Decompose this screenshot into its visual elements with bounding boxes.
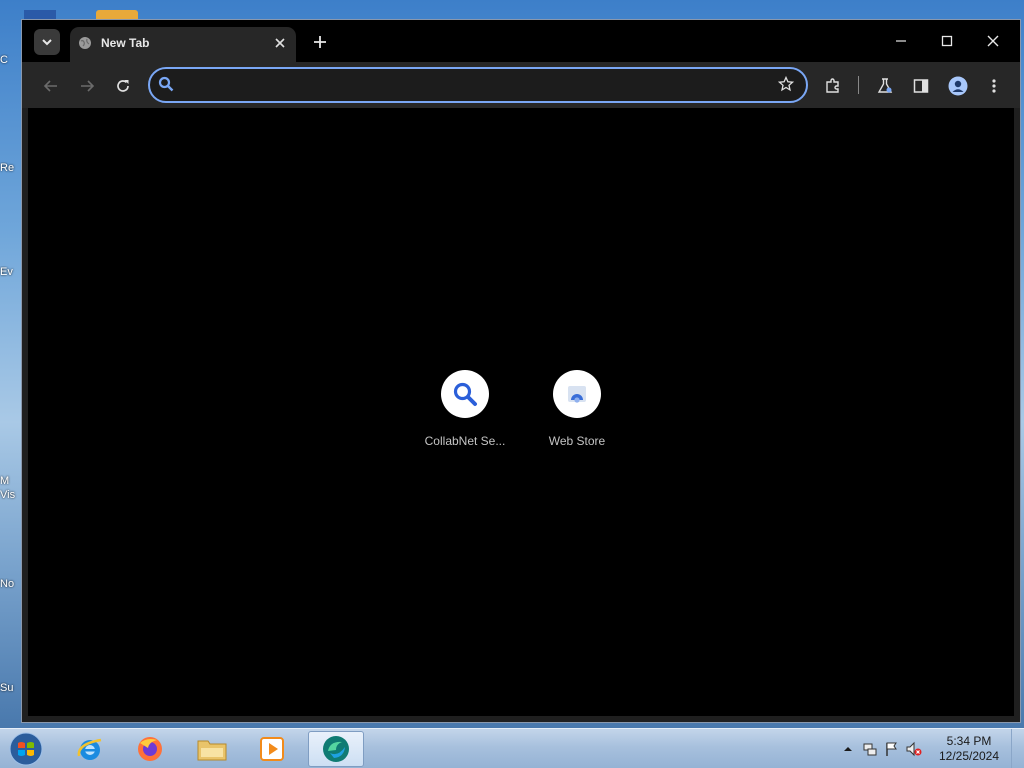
search-icon [453, 382, 477, 406]
avatar-icon [948, 76, 968, 96]
shortcut-label: Web Store [548, 434, 606, 448]
desktop-icon-label: No [0, 578, 15, 590]
taskbar-internet-explorer[interactable] [62, 731, 118, 767]
show-hidden-icons-icon[interactable] [840, 741, 856, 757]
profile-button[interactable] [947, 75, 969, 97]
desktop-icon-fragment[interactable]: C [0, 54, 22, 66]
desktop-icon-fragment[interactable]: Su [0, 682, 22, 694]
browser-app-icon [323, 736, 349, 762]
volume-muted-icon[interactable] [906, 741, 922, 757]
flask-icon [877, 78, 893, 93]
desktop-icon-label: C [0, 54, 8, 66]
shortcut-web-store[interactable]: Web Store [521, 370, 633, 448]
desktop-icon-label: Re [0, 162, 15, 174]
more-vertical-icon [992, 79, 996, 93]
close-window-button[interactable] [978, 28, 1008, 54]
windows-logo-icon [9, 732, 43, 766]
puzzle-icon [826, 78, 839, 93]
network-icon[interactable] [862, 741, 878, 757]
desktop-icon-label: Su [0, 682, 14, 694]
taskbar-media-player[interactable] [244, 731, 300, 767]
menu-button[interactable] [983, 75, 1005, 97]
address-bar[interactable] [148, 67, 808, 103]
arrow-right-icon [81, 80, 95, 92]
reload-icon [117, 80, 129, 92]
desktop-icon-fragment[interactable]: Ev [0, 266, 22, 278]
desktop-icon-fragment[interactable]: M Vis [0, 474, 22, 502]
system-tray: 5:34 PM 12/25/2024 [834, 729, 1024, 768]
close-icon [987, 35, 999, 47]
toolbar-divider [858, 76, 859, 94]
taskbar-browser[interactable] [308, 731, 364, 767]
shortcut-label: CollabNet Se... [424, 434, 506, 448]
taskbar-firefox[interactable] [122, 731, 178, 767]
browser-window: New Tab CollabNet Se... Web Store [21, 19, 1021, 723]
show-desktop-button[interactable] [1011, 729, 1024, 768]
tab-new-tab[interactable]: New Tab [70, 27, 296, 62]
labs-button[interactable] [874, 75, 896, 97]
shortcut-icon-circle [553, 370, 601, 418]
file-explorer-icon [197, 740, 227, 761]
bookmark-star-icon[interactable] [778, 76, 794, 92]
tab-title: New Tab [101, 36, 150, 50]
address-input[interactable] [182, 74, 766, 96]
extensions-button[interactable] [822, 75, 844, 97]
action-center-flag-icon[interactable] [884, 741, 900, 757]
chevron-down-icon [42, 39, 52, 46]
clock-time: 5:34 PM [946, 734, 992, 748]
close-icon[interactable] [272, 35, 288, 51]
new-tab-button[interactable] [310, 32, 330, 52]
media-player-icon [260, 737, 284, 761]
clock[interactable]: 5:34 PM 12/25/2024 [934, 734, 1004, 764]
reload-button[interactable] [112, 75, 134, 97]
web-store-icon [568, 386, 586, 403]
tab-search-button[interactable] [34, 29, 60, 55]
title-bar: New Tab [22, 20, 1020, 62]
desktop-icon-label: M Vis [0, 475, 16, 501]
minimize-icon [896, 40, 906, 42]
taskbar-file-explorer[interactable] [184, 731, 240, 767]
back-button[interactable] [40, 75, 62, 97]
maximize-button[interactable] [932, 28, 962, 54]
side-panel-icon [913, 79, 929, 93]
desktop-icon-fragment[interactable]: No [0, 578, 22, 590]
browser-toolbar [22, 62, 1020, 108]
new-tab-page: CollabNet Se... Web Store [28, 108, 1014, 716]
clock-date: 12/25/2024 [938, 749, 1000, 763]
firefox-icon [138, 737, 162, 761]
desktop-icon-label: Ev [0, 266, 13, 278]
minimize-button[interactable] [886, 28, 916, 54]
globe-icon [79, 37, 91, 49]
side-panel-button[interactable] [910, 75, 932, 97]
shortcut-collabnet-search[interactable]: CollabNet Se... [409, 370, 521, 448]
taskbar: 5:34 PM 12/25/2024 [0, 728, 1024, 768]
internet-explorer-icon [77, 738, 102, 760]
arrow-left-icon [43, 80, 57, 92]
start-button[interactable] [6, 730, 46, 768]
forward-button[interactable] [76, 75, 98, 97]
search-icon [158, 76, 174, 92]
maximize-icon [941, 35, 953, 47]
desktop-icon-fragment[interactable]: Re [0, 162, 22, 174]
shortcut-icon-circle [441, 370, 489, 418]
